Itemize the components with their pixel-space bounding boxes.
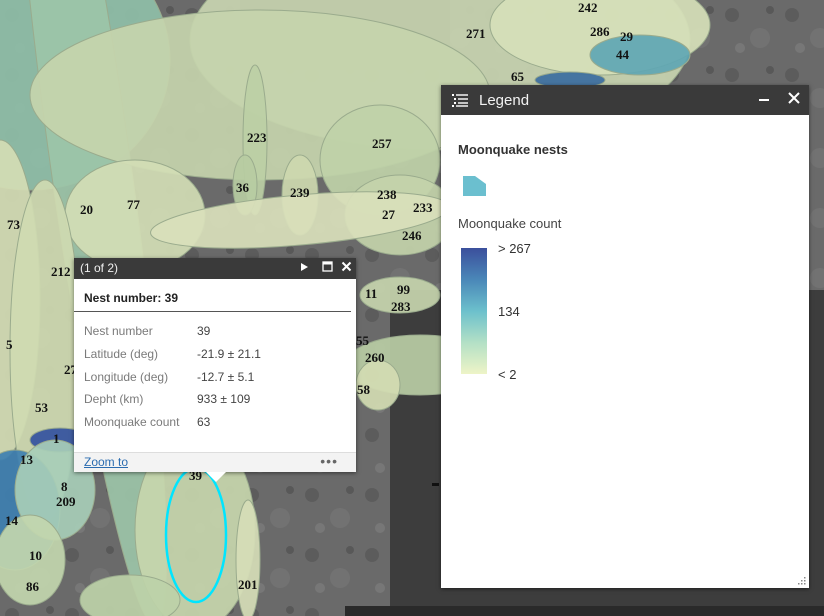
attribute-value: -21.9 ± 21.1 xyxy=(197,347,261,362)
nest-label: 283 xyxy=(391,299,411,314)
ramp-label-min: < 2 xyxy=(498,367,517,382)
table-row: Nest number 39 xyxy=(84,320,261,343)
nest-label: 10 xyxy=(29,548,42,563)
nest-label: 239 xyxy=(290,185,310,200)
nest-label: 58 xyxy=(357,382,370,397)
nest-label: 257 xyxy=(372,136,392,151)
popup-pointer xyxy=(206,472,226,482)
nest-label: 14 xyxy=(5,513,18,528)
map-marker xyxy=(432,483,439,486)
map-attribution-bar xyxy=(345,606,824,616)
nest-label: 20 xyxy=(80,202,93,217)
attribute-value: 63 xyxy=(197,415,211,430)
legend-title: Legend xyxy=(479,92,530,109)
popup-heading: Nest number: 39 xyxy=(74,279,351,312)
attribute-label: Nest number xyxy=(84,324,153,339)
nest-label: 238 xyxy=(377,187,397,202)
attribute-value: 933 ± 109 xyxy=(197,392,251,407)
nest-label: 13 xyxy=(20,452,33,467)
nest-label: 1 xyxy=(53,431,60,446)
symbol-swatch xyxy=(463,175,487,202)
close-icon[interactable] xyxy=(784,89,804,109)
nest-label: 73 xyxy=(7,217,20,232)
nest-label: 233 xyxy=(413,200,433,215)
ramp-label-max: > 267 xyxy=(498,241,531,256)
zoom-to-link[interactable]: Zoom to xyxy=(84,455,128,469)
attribute-value: -12.7 ± 5.1 xyxy=(197,369,255,384)
nest-label: 53 xyxy=(35,400,48,415)
attribute-label: Depht (km) xyxy=(84,392,144,407)
nest-label: 99 xyxy=(397,282,410,297)
nest-label: 8 xyxy=(61,479,68,494)
popup-titlebar: (1 of 2) xyxy=(74,258,356,279)
nest-label: 55 xyxy=(356,333,369,348)
table-row: Latitude (deg) -21.9 ± 21.1 xyxy=(84,343,261,366)
more-actions-button[interactable]: ••• xyxy=(320,453,338,469)
nest-label: 242 xyxy=(578,0,598,15)
ramp-label-mid: 134 xyxy=(498,304,520,319)
nest-label: 201 xyxy=(238,577,258,592)
nest-label: 223 xyxy=(247,130,267,145)
nest-ellipse xyxy=(235,499,261,616)
table-row: Moonquake count 63 xyxy=(84,411,261,434)
maximize-icon[interactable] xyxy=(320,261,334,275)
popup-footer: Zoom to ••• xyxy=(74,452,356,472)
legend-field-name: Moonquake count xyxy=(458,216,562,231)
attribute-label: Longitude (deg) xyxy=(84,369,169,384)
nest-label: 65 xyxy=(511,69,524,84)
nest-label: 271 xyxy=(466,26,486,41)
nest-label: 77 xyxy=(127,197,140,212)
play-icon[interactable] xyxy=(297,261,311,275)
attribute-label: Latitude (deg) xyxy=(84,347,159,362)
minimize-icon[interactable] xyxy=(754,89,774,109)
table-row: Longitude (deg) -12.7 ± 5.1 xyxy=(84,365,261,388)
nest-label: 11 xyxy=(365,286,378,301)
nest-label: 29 xyxy=(620,29,633,44)
attribute-label: Moonquake count xyxy=(84,415,180,430)
legend-panel: Legend Moonquake nests Moonquake count >… xyxy=(441,85,809,588)
nest-label: 36 xyxy=(236,180,249,195)
list-icon xyxy=(452,94,468,107)
nest-label: 260 xyxy=(365,350,385,365)
table-row: Depht (km) 933 ± 109 xyxy=(84,388,261,411)
color-ramp xyxy=(461,248,487,374)
nest-label: 212 xyxy=(51,264,71,279)
nest-label: 5 xyxy=(6,337,13,352)
close-icon[interactable] xyxy=(339,261,353,275)
nest-label: 86 xyxy=(26,579,39,594)
popup-attribute-table: Nest number 39 Latitude (deg) -21.9 ± 21.1… xyxy=(84,320,261,433)
nest-label: 44 xyxy=(616,47,629,62)
nest-label: 286 xyxy=(590,24,610,39)
nest-ellipse xyxy=(589,34,691,76)
resize-handle-icon[interactable] xyxy=(797,576,806,585)
popup-title: (1 of 2) xyxy=(80,261,119,275)
nest-label: 209 xyxy=(56,494,76,509)
feature-popup: (1 of 2) Nest number: 39 Nest number 39 L… xyxy=(74,258,356,482)
legend-layer-name: Moonquake nests xyxy=(458,142,568,157)
nest-label: 27 xyxy=(382,207,395,222)
nest-label: 246 xyxy=(402,228,422,243)
attribute-value: 39 xyxy=(197,324,211,339)
legend-titlebar[interactable]: Legend xyxy=(441,85,809,115)
